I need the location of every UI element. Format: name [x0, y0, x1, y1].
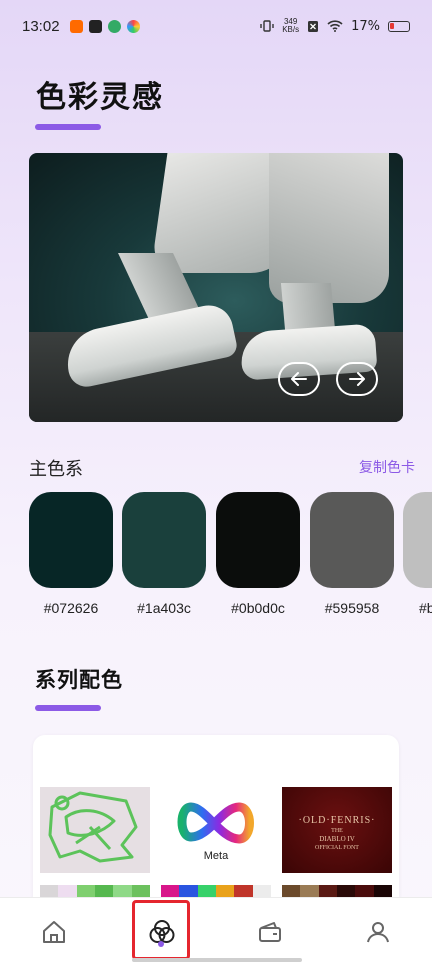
- color-swatch[interactable]: [29, 492, 113, 588]
- title-underline: [35, 124, 101, 130]
- series-colors-heading: 系列配色: [35, 668, 123, 692]
- vibrate-icon: [260, 20, 274, 32]
- wifi-icon: [327, 20, 343, 32]
- taobao-notification-icon: [69, 19, 83, 33]
- diablo-the-line: THE: [331, 828, 343, 834]
- copy-palette-button[interactable]: 复制色卡: [359, 457, 415, 477]
- arrow-right-icon: [349, 372, 365, 386]
- no-sim-icon: [308, 20, 319, 32]
- status-bar: 13:02 349 KB/s 17%: [0, 0, 432, 52]
- main-color-swatches: #072626 #1a403c #0b0d0c #595958 #b: [29, 492, 432, 622]
- carousel-next-button[interactable]: [336, 362, 378, 396]
- home-icon: [43, 921, 65, 943]
- main-colors-heading: 主色系: [29, 459, 83, 480]
- gesture-bar[interactable]: [132, 958, 302, 962]
- image-pants-right: [269, 153, 389, 303]
- color-swatch-label: #072626: [43, 600, 99, 616]
- nav-wallet[interactable]: [250, 912, 290, 952]
- arrow-left-icon: [291, 372, 307, 386]
- color-swatch[interactable]: [122, 492, 206, 588]
- diablo-title-line: ·OLD·FENRIS·: [298, 815, 376, 826]
- color-swatch[interactable]: [216, 492, 300, 588]
- meta-wordmark: Meta: [203, 850, 229, 862]
- line-art-figure-icon: [48, 791, 138, 863]
- diablo-name-line: DIABLO IV: [319, 835, 355, 843]
- color-swatch[interactable]: [310, 492, 394, 588]
- profile-icon: [367, 922, 389, 943]
- link-notification-icon: [107, 19, 121, 33]
- carousel-prev-button[interactable]: [278, 362, 320, 396]
- diablo-font-line: OFFICIAL FONT: [315, 845, 359, 851]
- network-speed: 349 KB/s: [282, 18, 299, 34]
- meta-infinity-logo-icon: [177, 802, 254, 844]
- color-swatch-label: #1a403c: [137, 600, 191, 616]
- page-title: 色彩灵感: [36, 80, 164, 115]
- battery-icon: [388, 20, 410, 32]
- color-swatch[interactable]: [403, 492, 432, 588]
- diablo-thumbnail[interactable]: ·OLD·FENRIS· THE DIABLO IV OFFICIAL FONT: [282, 787, 392, 873]
- nav-home[interactable]: [34, 912, 74, 952]
- video-notification-icon: [88, 19, 102, 33]
- line-art-thumbnail[interactable]: [40, 787, 150, 873]
- nav-profile[interactable]: [358, 912, 398, 952]
- colorful-notification-icon: [126, 19, 140, 33]
- color-swatch-label: #0b0d0c: [231, 600, 285, 616]
- bottom-navigation: [0, 897, 432, 964]
- status-right: 349 KB/s 17%: [260, 18, 410, 34]
- status-time: 13:02: [22, 17, 60, 35]
- color-swatch-label: #595958: [324, 600, 380, 616]
- wallet-icon: [259, 922, 281, 942]
- color-swatch-label: #b: [419, 600, 432, 616]
- battery-percent: 17%: [351, 18, 380, 34]
- meta-thumbnail[interactable]: Meta: [161, 787, 271, 873]
- series-underline: [35, 705, 101, 711]
- status-left: 13:02: [22, 18, 140, 35]
- network-speed-unit: KB/s: [282, 25, 300, 34]
- highlight-box: [132, 900, 190, 960]
